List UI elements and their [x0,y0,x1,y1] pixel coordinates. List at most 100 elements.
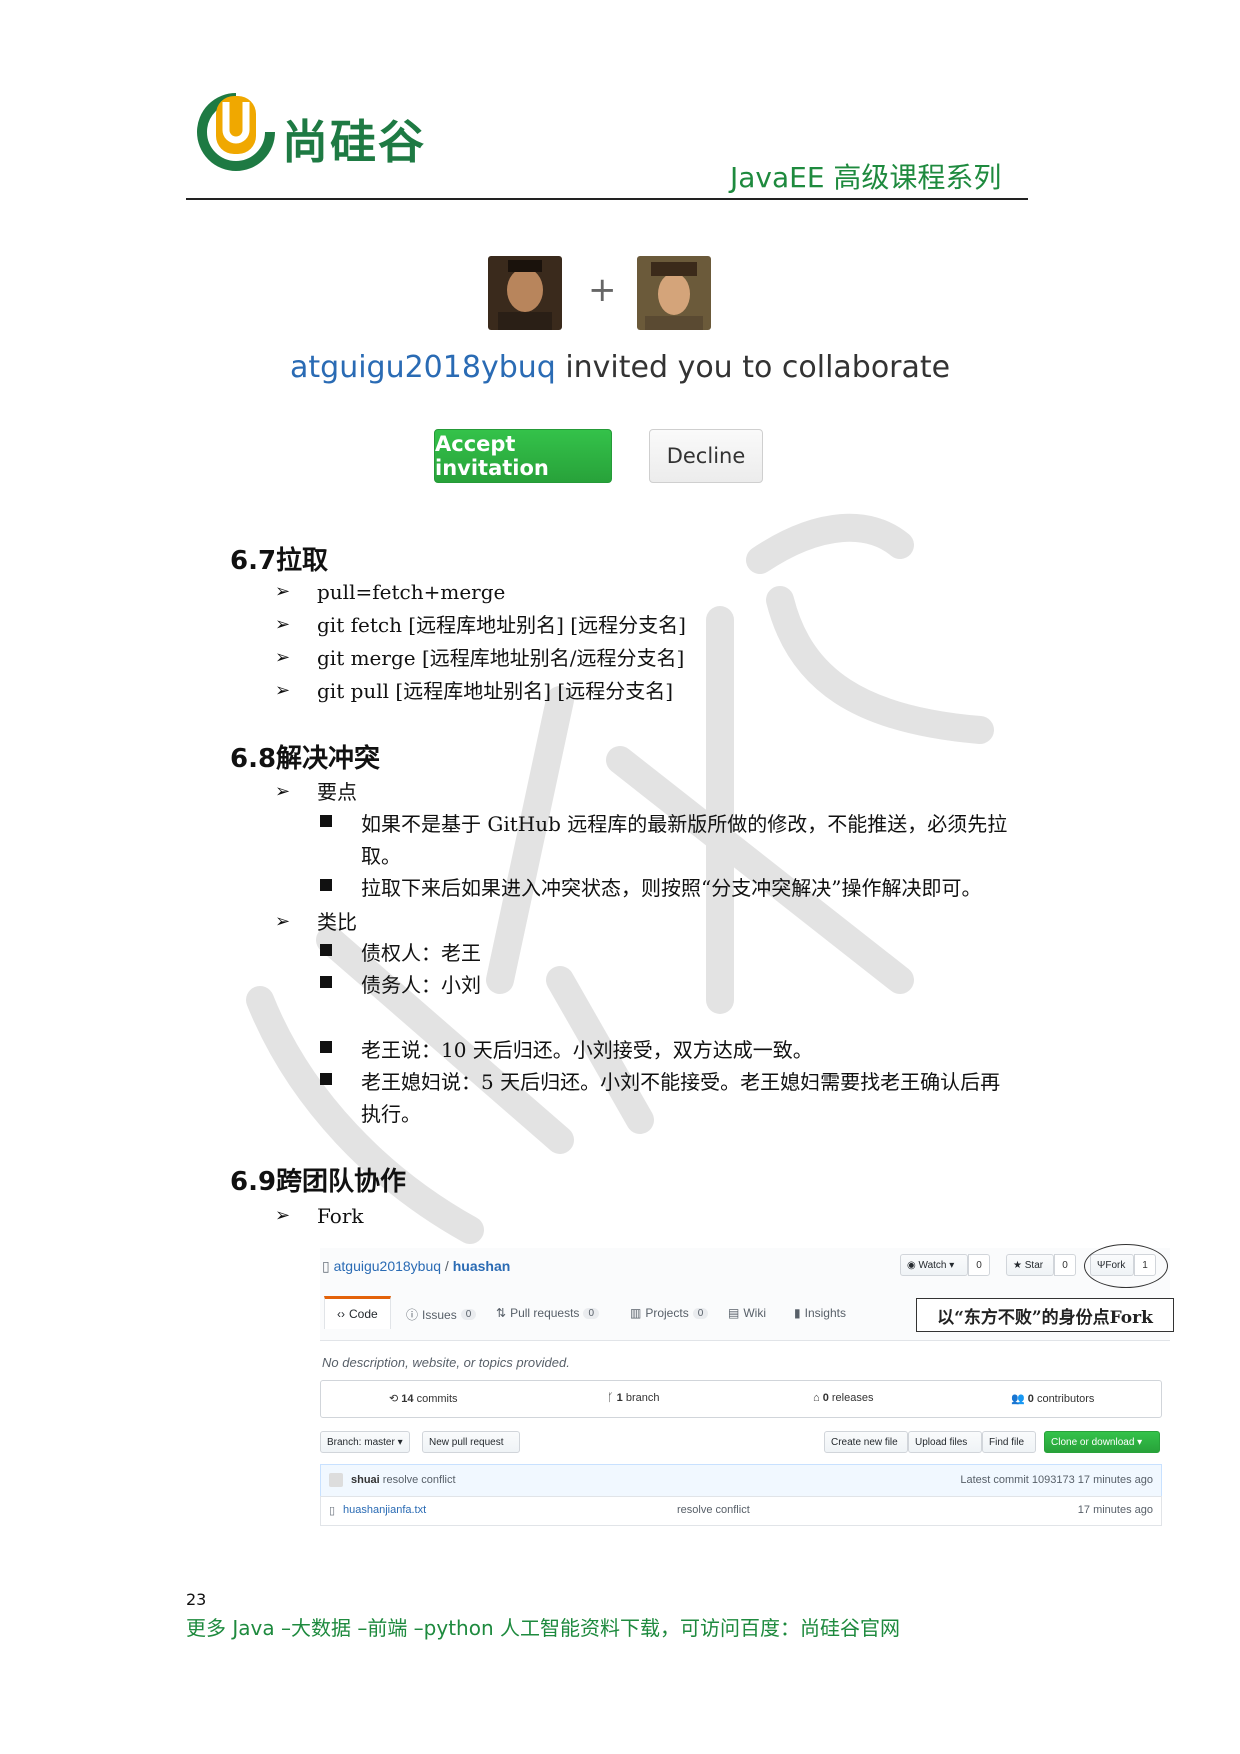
section-6-7-list: ➢ pull=fetch+merge ➢ git fetch [远程库地址别名]… [275,576,1075,708]
tab-pulls-label: Pull requests [510,1306,580,1320]
series-title: JavaEE 高级课程系列 [730,161,1002,194]
point-1-line-1: 如果不是基于 GitHub 远程库的最新版所做的修改，不能推送，必须先拉 [361,812,1008,836]
repo-owner-link[interactable]: atguigu2018ybuq [334,1258,441,1274]
tag-icon: ⌂ [813,1392,823,1404]
projects-count-badge: 0 [692,1307,709,1319]
tab-insights[interactable]: ▮ Insights [794,1306,846,1320]
repo-icon: ▯ [322,1258,330,1274]
branch-icon: ᚴ [607,1392,617,1404]
section-title-6-7: 6.7拉取 [230,546,329,576]
people-icon: 👥 [1011,1393,1028,1405]
repo-name-link[interactable]: huashan [453,1258,511,1274]
analogy-4-line-1: 老王媳妇说：5 天后归还。小刘不能接受。老王媳妇需要找老王确认后再 [361,1070,1001,1094]
section-title-6-8: 6.8解决冲突 [230,744,381,774]
arrow-bullet-icon: ➢ [275,680,291,701]
history-icon: ⟲ [389,1393,402,1405]
inviter-username[interactable]: atguigu2018ybuq [290,350,556,385]
commit-message[interactable]: resolve conflict [380,1474,456,1486]
square-bullet-icon [320,815,332,827]
commit-author[interactable]: shuai [351,1474,380,1486]
arrow-bullet-icon: ➢ [275,781,291,802]
watch-button[interactable]: ◉ Watch ▾ [900,1254,968,1276]
repo-path: ▯ atguigu2018ybuq / huashan [322,1258,510,1275]
tab-code[interactable]: ‹› Code [324,1296,391,1329]
new-pull-request-button[interactable]: New pull request [422,1431,520,1453]
tab-wiki-label: Wiki [743,1306,767,1320]
fork-highlight-circle [1084,1244,1168,1288]
branch-label: branch [622,1392,660,1404]
pull-request-icon: ⇅ [496,1306,507,1320]
logo-text: 尚硅谷 [282,115,426,169]
point-1-line-2: 取。 [361,844,401,868]
decline-button[interactable]: Decline [649,429,763,483]
repo-stats-bar: ⟲ 14 commits ᚴ 1 branch ⌂ 0 releases 👥 0… [320,1380,1162,1418]
commits-count: 14 [401,1393,414,1405]
file-row: ▯ huashanjianfa.txt resolve conflict 17 … [320,1496,1162,1526]
create-new-file-button[interactable]: Create new file [824,1431,908,1453]
list-item: ➢ pull=fetch+merge [275,576,1075,609]
analogy-1: 债权人：老王 [361,941,481,965]
tab-issues[interactable]: ⓘ Issues 0 [406,1306,477,1323]
list-item-text: git pull [远程库地址别名] [远程分支名] [317,679,673,703]
point-2: 拉取下来后如果进入冲突状态，则按照“分支冲突解决”操作解决即可。 [361,876,982,900]
releases-label: releases [828,1392,874,1404]
square-bullet-icon [320,1041,332,1053]
upload-files-button[interactable]: Upload files [908,1431,982,1453]
list-item: ➢ git merge [远程库地址别名/远程分支名] [275,642,1075,675]
point-label: 要点 [317,780,357,804]
clone-or-download-button[interactable]: Clone or download ▾ [1044,1431,1160,1453]
project-icon: ▥ [630,1306,642,1320]
contributors-stat[interactable]: 👥 0 contributors [1011,1392,1094,1405]
file-commit-message[interactable]: resolve conflict [677,1504,750,1516]
fork-item: Fork [317,1204,364,1228]
pulls-count-badge: 0 [583,1307,599,1319]
header-divider [186,198,1028,200]
arrow-bullet-icon: ➢ [275,1205,291,1226]
avatar-image-1 [488,256,562,330]
tab-pull-requests[interactable]: ⇅ Pull requests 0 [496,1306,599,1320]
watch-count[interactable]: 0 [968,1254,990,1276]
branch-stat[interactable]: ᚴ 1 branch [607,1392,659,1404]
section-title-6-9: 6.9跨团队协作 [230,1167,407,1197]
file-age: 17 minutes ago [1077,1504,1153,1516]
invite-message: atguigu2018ybuq invited you to collabora… [290,350,950,385]
releases-stat[interactable]: ⌂ 0 releases [813,1392,873,1404]
find-file-button[interactable]: Find file [982,1431,1036,1453]
fork-annotation-callout: 以“东方不败”的身份点Fork [916,1298,1174,1332]
square-bullet-icon [320,879,332,891]
invite-text: invited you to collaborate [555,350,951,385]
analogy-label: 类比 [317,910,357,934]
commit-info: shuai resolve conflict [351,1474,456,1486]
tab-code-label: Code [349,1307,378,1321]
commits-stat[interactable]: ⟲ 14 commits [389,1392,458,1405]
tab-projects[interactable]: ▥ Projects 0 [630,1306,709,1320]
graph-icon: ▮ [794,1306,801,1320]
latest-commit-info[interactable]: Latest commit 1093173 17 minutes ago [960,1474,1153,1486]
repo-header: ▯ atguigu2018ybuq / huashan ◉ Watch ▾ 0 … [320,1244,1174,1341]
square-bullet-icon [320,944,332,956]
file-name-link[interactable]: huashanjianfa.txt [343,1504,426,1516]
tab-projects-label: Projects [645,1306,689,1320]
logo-u-icon [197,93,275,171]
eye-icon: ◉ [907,1259,919,1271]
file-icon: ▯ [329,1505,336,1517]
analogy-4-line-2: 执行。 [361,1102,421,1126]
repo-description: No description, website, or topics provi… [322,1355,570,1370]
star-icon: ★ [1013,1259,1025,1271]
star-button[interactable]: ★ Star [1006,1254,1054,1276]
avatar-image-2 [637,256,711,330]
tab-wiki[interactable]: ▤ Wiki [728,1306,766,1320]
list-item: ➢ git fetch [远程库地址别名] [远程分支名] [275,609,1075,642]
arrow-bullet-icon: ➢ [275,911,291,932]
accept-invitation-button[interactable]: Accept invitation [434,429,612,483]
star-label: Star [1024,1259,1044,1271]
branch-select-button[interactable]: Branch: master ▾ [320,1431,410,1453]
arrow-bullet-icon: ➢ [275,647,291,668]
path-separator: / [441,1258,453,1274]
tab-insights-label: Insights [804,1306,846,1320]
contributors-label: contributors [1033,1393,1095,1405]
arrow-bullet-icon: ➢ [275,581,291,602]
commits-label: commits [413,1393,458,1405]
author-avatar [329,1473,343,1487]
star-count[interactable]: 0 [1054,1254,1076,1276]
